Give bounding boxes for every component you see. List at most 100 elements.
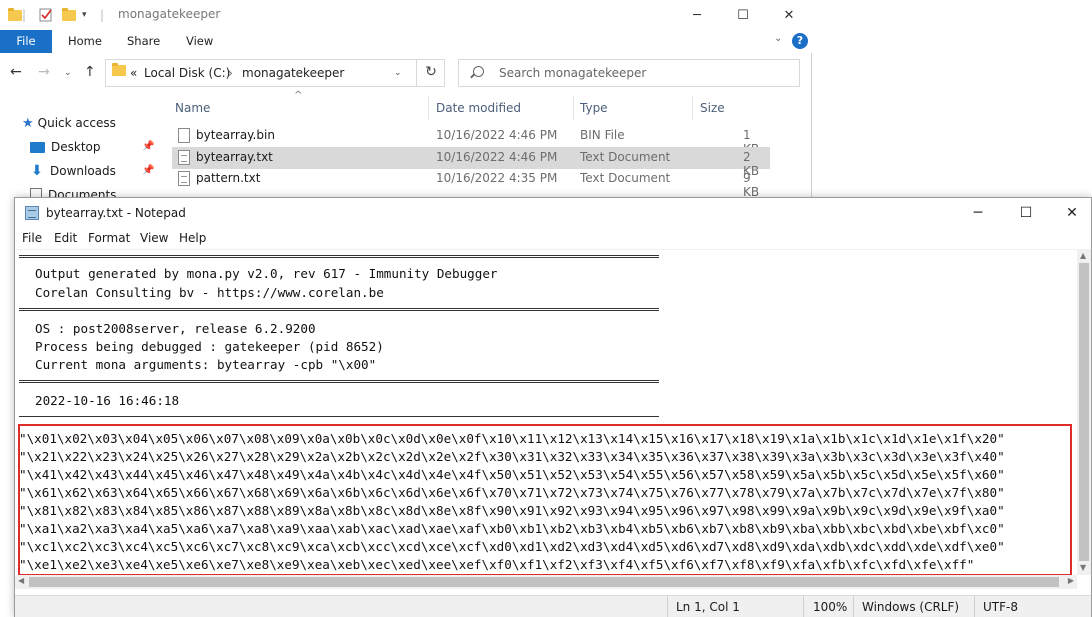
bytearray-line: "\xa1\xa2\xa3\xa4\xa5\xa6\xa7\xa8\xa9\xa… [19,521,1005,536]
status-divider [667,596,668,617]
scroll-left-arrow-icon[interactable]: ◀ [18,576,24,585]
menu-file[interactable]: File [22,231,42,245]
text-line: Output generated by mona.py v2.0, rev 61… [35,266,498,281]
new-folder-icon[interactable] [62,6,76,24]
nav-item-label: Desktop [51,140,101,154]
menu-view[interactable]: View [140,231,168,245]
column-header-size[interactable]: Size [700,96,725,120]
nav-quick-access-label: Quick access [37,116,116,130]
nav-item-downloads[interactable]: ⬇ Downloads [30,161,116,181]
cursor-position: Ln 1, Col 1 [676,600,740,614]
nav-item-desktop[interactable]: Desktop [30,137,101,157]
ribbon-tabs: File Home Share View [0,30,812,53]
bytearray-line: "\x21\x22\x23\x24\x25\x26\x27\x28\x29\x2… [19,449,1005,464]
column-divider[interactable] [573,96,574,120]
file-size: 9 KB [743,171,760,199]
expand-ribbon-chevron-icon[interactable]: ⌄ [774,33,782,44]
tab-file[interactable]: File [0,30,52,53]
qat-divider: | [100,8,105,22]
folder-icon [8,6,22,24]
close-button[interactable]: ✕ [766,0,812,30]
horizontal-scrollbar[interactable]: ◀ ▶ [15,575,1077,589]
breadcrumb-drive[interactable]: Local Disk (C:) [144,66,230,80]
close-button[interactable]: ✕ [1049,198,1092,228]
maximize-button[interactable]: ☐ [1003,198,1049,228]
properties-icon[interactable] [38,6,54,24]
file-name: bytearray.bin [196,128,275,142]
column-header-date[interactable]: Date modified [436,96,521,120]
scroll-thumb[interactable] [1079,263,1089,561]
text-editor-area[interactable]: Output generated by mona.py v2.0, rev 61… [15,249,1077,575]
scroll-down-arrow-icon[interactable]: ▼ [1080,563,1086,572]
breadcrumb-folder[interactable]: monagatekeeper [242,66,344,80]
file-name: pattern.txt [196,171,261,185]
up-arrow-icon[interactable]: ↑ [84,64,96,80]
file-row[interactable]: bytearray.bin 10/16/2022 4:46 PM BIN Fil… [172,125,770,156]
file-date: 10/16/2022 4:46 PM [436,150,558,164]
window-title: monagatekeeper [118,7,221,21]
search-icon [473,66,484,77]
status-divider [803,596,804,617]
tab-share[interactable]: Share [117,30,170,53]
file-date: 10/16/2022 4:46 PM [436,128,558,142]
address-bar[interactable]: « Local Disk (C:) › monagatekeeper ⌄ [105,59,445,87]
minimize-button[interactable]: ─ [955,198,1001,228]
scroll-right-arrow-icon[interactable]: ▶ [1068,576,1074,585]
qat-divider: | [22,8,27,22]
menu-help[interactable]: Help [179,231,206,245]
column-divider[interactable] [692,96,693,120]
column-header-type[interactable]: Type [580,96,608,120]
file-row-selected[interactable]: bytearray.txt 10/16/2022 4:46 PM Text Do… [172,147,770,178]
text-file-icon [178,150,190,165]
file-row[interactable]: pattern.txt 10/16/2022 4:35 PM Text Docu… [172,168,770,199]
qat-dropdown-icon[interactable]: ▾ [82,6,87,24]
navigation-pane: ★ Quick access Desktop 📌 ⬇ Downloads 📌 D… [0,108,160,208]
forward-arrow-icon[interactable]: → [38,64,50,80]
nav-quick-access[interactable]: ★ Quick access [22,113,116,133]
column-divider[interactable] [428,96,429,120]
scroll-up-arrow-icon[interactable]: ▲ [1080,251,1086,260]
explorer-titlebar: | ▾ | monagatekeeper ─ ☐ ✕ [0,0,812,30]
pin-icon[interactable]: 📌 [142,165,154,176]
nav-item-label: Downloads [50,164,116,178]
status-divider [974,596,975,617]
timestamp-line: 2022-10-16 16:46:18 [35,393,180,408]
bytearray-line: "\xe1\xe2\xe3\xe4\xe5\xe6\xe7\xe8\xe9\xe… [19,557,975,572]
pin-icon[interactable]: 📌 [142,141,154,152]
desktop-icon [30,141,45,153]
bytearray-line: "\x01\x02\x03\x04\x05\x06\x07\x08\x09\x0… [19,431,1005,446]
window-title: bytearray.txt - Notepad [46,206,186,220]
file-icon [178,128,190,143]
search-box[interactable]: Search monagatekeeper [458,59,800,87]
maximize-button[interactable]: ☐ [720,0,766,30]
notepad-titlebar: bytearray.txt - Notepad ─ ☐ ✕ [15,198,1091,228]
refresh-button[interactable]: ↻ [416,59,445,87]
help-icon[interactable]: ? [792,33,808,49]
tab-home[interactable]: Home [58,30,112,53]
separator-line [19,380,659,383]
back-arrow-icon[interactable]: ← [10,64,22,80]
minimize-button[interactable]: ─ [674,0,720,30]
vertical-scrollbar[interactable]: ▲ ▼ [1077,249,1091,575]
address-dropdown-icon[interactable]: ⌄ [394,68,402,78]
recent-locations-chevron-icon[interactable]: ⌄ [64,68,72,78]
column-header-name[interactable]: Name [175,96,210,120]
menu-bar: File Edit Format View Help [15,228,1091,248]
menu-edit[interactable]: Edit [54,231,77,245]
breadcrumb-overflow[interactable]: « [130,66,137,80]
bytearray-line: "\x41\x42\x43\x44\x45\x46\x47\x48\x49\x4… [19,467,1005,482]
menu-format[interactable]: Format [88,231,130,245]
breadcrumb-chevron-icon[interactable]: › [228,66,233,80]
file-name: bytearray.txt [196,150,273,164]
star-icon: ★ [22,115,34,131]
folder-icon [112,63,126,79]
file-date: 10/16/2022 4:35 PM [436,171,558,185]
encoding: UTF-8 [983,600,1018,614]
bytearray-line: "\x81\x82\x83\x84\x85\x86\x87\x88\x89\x8… [19,503,1005,518]
text-line: Corelan Consulting bv - https://www.core… [35,285,384,300]
file-type: BIN File [580,128,625,142]
scroll-thumb[interactable] [29,577,1059,587]
separator-line [19,308,659,311]
tab-view[interactable]: View [176,30,223,53]
status-bar: Ln 1, Col 1 100% Windows (CRLF) UTF-8 [15,595,1091,617]
